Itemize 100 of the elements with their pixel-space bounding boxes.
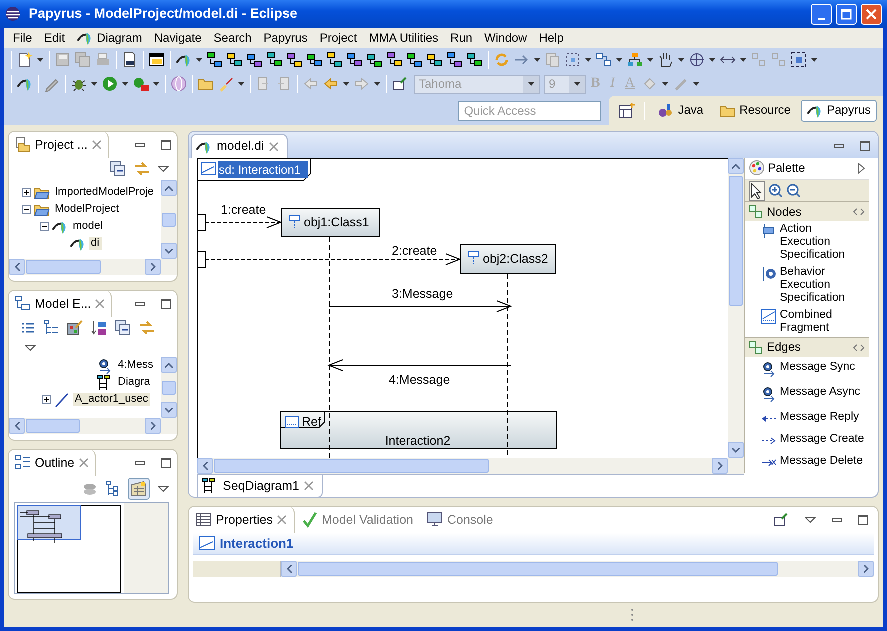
palette-drawer-header[interactable]: Nodes xyxy=(745,201,869,222)
caret-icon[interactable] xyxy=(343,82,350,86)
diagram-element-icon[interactable] xyxy=(207,52,223,68)
close-icon[interactable] xyxy=(304,481,314,491)
maximize-icon[interactable] xyxy=(860,141,870,151)
caret-icon[interactable] xyxy=(678,58,685,62)
window-icon[interactable] xyxy=(149,52,165,68)
diagram-element-icon[interactable] xyxy=(447,52,463,68)
minimize-icon[interactable] xyxy=(834,144,844,148)
message-arrow[interactable] xyxy=(328,300,512,312)
caret-icon[interactable] xyxy=(811,58,818,62)
tree-toggle[interactable] xyxy=(40,222,49,231)
view-tab[interactable]: Console xyxy=(420,507,500,533)
caret-icon[interactable] xyxy=(693,82,700,86)
message-arrow[interactable] xyxy=(204,216,282,228)
diagram-element-icon[interactable] xyxy=(227,52,243,68)
message-arrow[interactable] xyxy=(204,254,462,266)
editor-tab[interactable]: model.di xyxy=(191,134,288,158)
pin-drawer-icon[interactable] xyxy=(853,344,865,352)
close-icon[interactable] xyxy=(78,458,89,468)
expand-icon[interactable] xyxy=(858,162,865,174)
palette-tool[interactable]: Message Async xyxy=(745,382,869,407)
menu-item[interactable]: Navigate xyxy=(148,30,208,46)
lifeline-head[interactable] xyxy=(281,208,380,237)
view-menu-icon[interactable] xyxy=(158,166,169,172)
scroll-up-button[interactable] xyxy=(161,357,177,373)
caret-icon[interactable] xyxy=(238,82,245,86)
minimize-icon[interactable] xyxy=(135,143,145,147)
diagram-element-icon[interactable] xyxy=(307,52,323,68)
menu-item[interactable]: Window xyxy=(478,30,534,46)
scroll-up-button[interactable] xyxy=(161,180,177,196)
tree-list-icon[interactable] xyxy=(43,320,59,336)
pin-drawer-icon[interactable] xyxy=(853,208,865,216)
diagram-element-icon[interactable] xyxy=(467,52,483,68)
minimize-icon[interactable] xyxy=(135,461,145,465)
scroll-right-button[interactable] xyxy=(858,561,874,577)
menu-item[interactable]: File xyxy=(7,30,38,46)
diagram-element-icon[interactable] xyxy=(427,52,443,68)
caret-icon[interactable] xyxy=(153,82,160,86)
menu-item[interactable]: Search xyxy=(208,30,258,46)
lifeline[interactable] xyxy=(507,274,508,458)
maximize-icon[interactable] xyxy=(161,140,171,150)
caret-icon[interactable] xyxy=(585,58,592,62)
list-icon[interactable] xyxy=(21,321,35,335)
diagram-element-icon[interactable] xyxy=(247,52,263,68)
minimize-icon[interactable] xyxy=(832,518,842,522)
message-arrow[interactable] xyxy=(328,360,512,372)
scroll-down-button[interactable] xyxy=(161,402,177,418)
table-edit-icon[interactable] xyxy=(67,320,83,336)
close-icon[interactable] xyxy=(92,140,102,150)
tree-item[interactable]: ImportedModelProje xyxy=(53,186,156,200)
caret-icon[interactable] xyxy=(662,82,670,86)
lifeline-head[interactable] xyxy=(460,244,556,274)
palette-drawer-header[interactable]: Edges xyxy=(745,337,869,357)
tree-toggle[interactable] xyxy=(42,395,51,404)
diagram-element-icon[interactable] xyxy=(267,52,283,68)
menu-item[interactable]: Diagram xyxy=(71,29,148,47)
scroll-thumb[interactable] xyxy=(162,380,176,394)
shapes-icon[interactable] xyxy=(596,52,612,68)
palette-tool[interactable]: Action Execution Specification xyxy=(745,221,869,264)
caret-icon[interactable] xyxy=(122,82,129,86)
caret-icon[interactable] xyxy=(616,58,623,62)
caret-icon[interactable] xyxy=(196,58,203,62)
tree-list-icon[interactable] xyxy=(106,481,120,497)
view-menu-icon[interactable] xyxy=(805,516,816,524)
caret-icon[interactable] xyxy=(374,82,381,86)
run-icon[interactable] xyxy=(102,76,118,92)
diagram-tab[interactable]: SeqDiagram1 xyxy=(197,475,324,497)
scroll-thumb[interactable] xyxy=(162,212,176,226)
overview-toggle-button[interactable] xyxy=(128,478,150,500)
view-menu-icon[interactable] xyxy=(25,344,36,352)
palette-tool[interactable]: Message Reply xyxy=(745,407,869,429)
sort-az-icon[interactable] xyxy=(91,320,107,336)
menu-item[interactable]: Project xyxy=(314,30,364,46)
menu-item[interactable]: Papyrus xyxy=(258,30,314,46)
zoom-out-icon[interactable] xyxy=(787,184,801,198)
palette-tool[interactable]: Behavior Execution Specification xyxy=(745,264,869,308)
papyrus-icon[interactable] xyxy=(17,76,33,92)
scroll-down-button[interactable] xyxy=(161,243,177,259)
zoom-in-icon[interactable] xyxy=(769,184,783,198)
close-icon[interactable] xyxy=(269,142,280,152)
diagram-element-icon[interactable] xyxy=(327,52,343,68)
caret-icon[interactable] xyxy=(91,82,98,86)
scroll-thumb[interactable] xyxy=(214,459,489,473)
view-tab[interactable]: Model E... xyxy=(9,291,112,317)
minimize-icon[interactable] xyxy=(135,302,145,306)
globe-icon[interactable] xyxy=(171,76,187,92)
view-menu-icon[interactable] xyxy=(158,486,169,492)
palette-tool[interactable]: Message Delete xyxy=(745,451,869,473)
select-tool-button[interactable] xyxy=(749,180,765,201)
collapse-all-icon[interactable] xyxy=(115,320,131,336)
palette-tool[interactable]: Message Sync xyxy=(745,357,869,382)
tree-toggle[interactable] xyxy=(22,188,31,197)
diagram-element-icon[interactable] xyxy=(387,52,403,68)
tree-item[interactable]: 4:Mess xyxy=(116,358,156,372)
tree-item[interactable]: Diagra xyxy=(116,376,152,390)
caret-icon[interactable] xyxy=(647,58,654,62)
scroll-left-button[interactable] xyxy=(197,458,213,474)
scroll-right-button[interactable] xyxy=(145,418,161,434)
tree-item[interactable]: di xyxy=(89,236,102,250)
